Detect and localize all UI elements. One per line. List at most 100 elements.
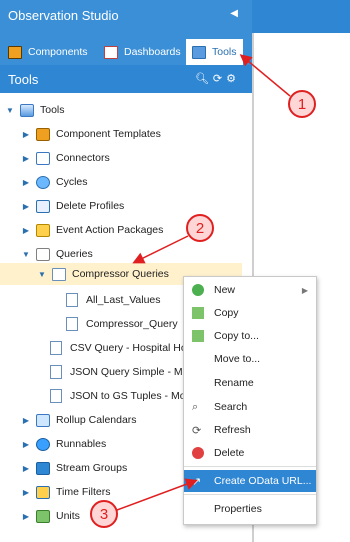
tab-dashboards[interactable]: Dashboards (104, 39, 181, 65)
collapse-icon[interactable]: ▶ (20, 178, 32, 187)
tree-label: Component Templates (56, 128, 161, 140)
tree-label: Rollup Calendars (56, 414, 137, 426)
query-document-icon (66, 317, 78, 331)
menu-label: Create OData URL... (214, 475, 312, 487)
properties-icon (192, 503, 204, 515)
collapse-icon[interactable]: ▶ (20, 226, 32, 235)
tab-tools[interactable]: Tools (186, 39, 243, 65)
tools-panel-title: Tools (8, 72, 39, 87)
tab-components[interactable]: Components (8, 39, 88, 65)
move-icon (192, 353, 204, 365)
app-title: Observation Studio (8, 8, 119, 23)
menu-item-copy[interactable]: Copy (184, 302, 316, 324)
context-menu: New ▶ Copy Copy to... Move to... Rename … (183, 276, 317, 525)
expand-icon[interactable]: ▼ (36, 270, 48, 279)
menu-item-copy-to[interactable]: Copy to... (184, 325, 316, 347)
tab-label: Tools (212, 46, 237, 58)
tree-label: All_Last_Values (86, 294, 161, 306)
component-templates-icon (36, 127, 50, 141)
dashboards-icon (104, 45, 118, 59)
refresh-icon[interactable]: ⟳ (213, 73, 226, 85)
tab-label: Dashboards (124, 46, 181, 58)
rollup-calendars-icon (36, 413, 50, 427)
tree-label: Time Filters (56, 486, 111, 498)
tree-label: Runnables (56, 438, 107, 450)
tree-item-tools[interactable]: ▼ Tools (4, 99, 65, 121)
tree-item-component-templates[interactable]: ▶ Component Templates (20, 123, 161, 145)
tree-item-cycles[interactable]: ▶ Cycles (20, 171, 88, 193)
query-document-icon (50, 389, 62, 403)
menu-item-rename[interactable]: Rename (184, 372, 316, 394)
tools-header-icons: 🔍︎⟳⚙ (195, 72, 240, 85)
menu-item-properties[interactable]: Properties (184, 498, 316, 520)
tree-item-json-query-simple[interactable]: JSON Query Simple - Monn (44, 361, 200, 383)
tree-item-compressor-query[interactable]: Compressor_Query (60, 313, 178, 335)
connectors-icon (36, 151, 50, 165)
collapse-icon[interactable]: ▶ (20, 440, 32, 449)
tree-item-time-filters[interactable]: ▶ Time Filters (20, 481, 110, 503)
collapse-icon[interactable]: ▶ (20, 416, 32, 425)
menu-label: Copy (214, 307, 239, 319)
menu-label: Delete (214, 447, 245, 459)
menu-item-create-odata-url[interactable]: ↗ Create OData URL... (184, 470, 316, 492)
query-document-icon (50, 365, 62, 379)
stream-groups-icon (36, 461, 50, 475)
search-icon[interactable]: 🔍︎ (195, 73, 213, 85)
menu-separator (184, 466, 316, 467)
query-document-icon (50, 341, 62, 355)
menu-item-search[interactable]: ⌕ Search (184, 396, 316, 418)
runnables-icon (36, 437, 50, 451)
collapse-icon[interactable]: ▶ (20, 154, 32, 163)
tree-item-delete-profiles[interactable]: ▶ Delete Profiles (20, 195, 124, 217)
tab-bar: Components Dashboards Tools (0, 33, 252, 65)
event-action-packages-icon (36, 223, 50, 237)
submenu-arrow-icon: ▶ (301, 285, 308, 295)
tree-item-units[interactable]: ▶ Units (20, 505, 80, 527)
tree-item-csv-query[interactable]: CSV Query - Hospital Hour (44, 337, 196, 359)
collapse-icon[interactable]: ▶ (20, 202, 32, 211)
gear-icon[interactable]: ⚙ (226, 73, 240, 85)
chevron-left-icon[interactable]: ◀ (230, 8, 238, 19)
menu-label: Properties (214, 503, 262, 515)
tree-item-event-action-packages[interactable]: ▶ Event Action Packages (20, 219, 163, 241)
collapse-icon[interactable]: ▶ (20, 488, 32, 497)
tree-item-connectors[interactable]: ▶ Connectors (20, 147, 110, 169)
menu-label: Rename (214, 377, 254, 389)
tree-item-json-to-gs-tuples[interactable]: JSON to GS Tuples - Monn (44, 385, 197, 407)
tree-label: CSV Query - Hospital Hour (70, 342, 197, 354)
refresh-icon: ⟳ (192, 425, 202, 437)
menu-item-move-to[interactable]: Move to... (184, 348, 316, 370)
workspace-header (252, 0, 350, 33)
menu-item-delete[interactable]: Delete (184, 442, 316, 464)
menu-label: Move to... (214, 353, 261, 365)
tree-label: Compressor_Query (86, 318, 178, 330)
menu-item-new[interactable]: New ▶ (184, 279, 316, 301)
time-filters-icon (36, 485, 50, 499)
tree-item-runnables[interactable]: ▶ Runnables (20, 433, 106, 455)
tree-item-rollup-calendars[interactable]: ▶ Rollup Calendars (20, 409, 137, 431)
delete-icon (192, 447, 204, 459)
collapse-icon[interactable]: ▶ (20, 512, 32, 521)
menu-item-refresh[interactable]: ⟳ Refresh (184, 419, 316, 441)
tree-label: Event Action Packages (56, 224, 164, 236)
tools-icon (192, 45, 206, 59)
collapse-icon[interactable]: ▶ (20, 464, 32, 473)
tree-item-queries[interactable]: ▼ Queries (20, 243, 93, 265)
queries-icon (36, 247, 50, 261)
menu-label: Copy to... (214, 330, 259, 342)
tree-item-stream-groups[interactable]: ▶ Stream Groups (20, 457, 127, 479)
expand-icon[interactable]: ▼ (20, 250, 32, 259)
callout-1: 1 (288, 90, 316, 118)
components-icon (8, 45, 22, 59)
tree-label: Queries (56, 248, 93, 260)
tree-label: Compressor Queries (72, 268, 169, 280)
tools-icon (20, 103, 34, 117)
copy-to-icon (192, 330, 204, 342)
link-out-icon: ↗ (192, 476, 202, 488)
expand-icon[interactable]: ▼ (4, 106, 16, 115)
menu-label: Search (214, 401, 248, 413)
tree-item-all-last-values[interactable]: All_Last_Values (60, 289, 161, 311)
collapse-icon[interactable]: ▶ (20, 130, 32, 139)
cycles-icon (36, 175, 50, 189)
units-icon (36, 509, 50, 523)
